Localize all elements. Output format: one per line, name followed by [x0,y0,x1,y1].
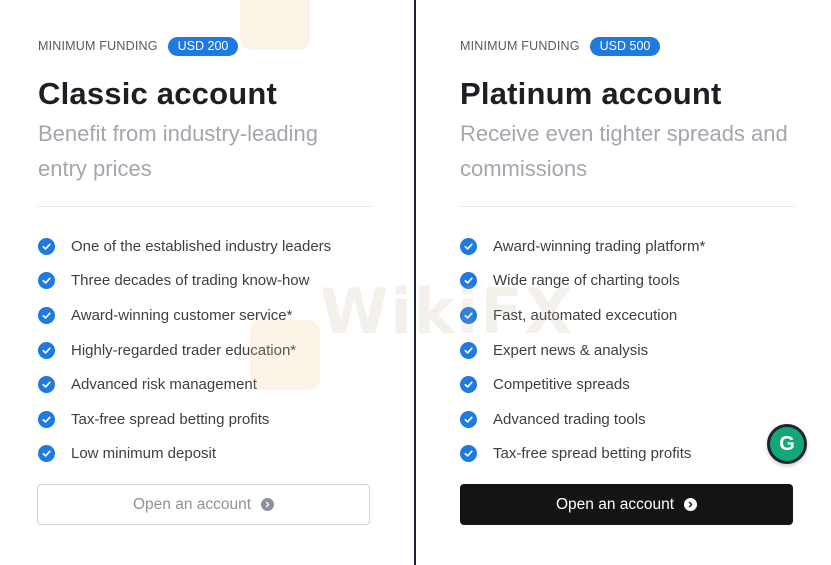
feature-item: Wide range of charting tools [460,264,793,299]
open-account-button[interactable]: Open an account [460,484,793,525]
feature-text: One of the established industry leaders [71,237,332,255]
watermark-logo [240,0,310,50]
feature-text: Wide range of charting tools [493,272,680,290]
feature-text: Advanced risk management [71,376,257,394]
funding-row: MINIMUM FUNDING USD 200 [38,36,371,56]
grammarly-icon[interactable]: G [767,424,807,464]
feature-item: Three decades of trading know-how [38,264,371,299]
button-label: Open an account [555,495,675,513]
open-account-button[interactable]: Open an account [37,484,370,525]
feature-text: Competitive spreads [493,376,630,394]
chevron-right-icon [261,498,275,511]
account-subtitle: Receive even tighter spreads and commiss… [460,121,788,181]
widget-letter: G [779,432,795,455]
platinum-account-card: MINIMUM FUNDING USD 500 Platinum account… [416,0,831,565]
feature-item: Advanced trading tools [460,402,793,437]
check-icon [38,376,55,394]
check-icon [460,341,477,359]
button-label: Open an account [132,495,252,513]
check-icon [38,341,55,359]
feature-list: One of the established industry leaders … [38,229,371,471]
feature-item: Highly-regarded trader education* [38,333,371,368]
feature-item: Tax-free spread betting profits [460,437,793,472]
check-icon [460,272,477,290]
account-comparison: MINIMUM FUNDING USD 200 Classic account … [0,0,831,565]
funding-row: MINIMUM FUNDING USD 500 [460,36,793,56]
divider [460,206,794,207]
classic-account-card: MINIMUM FUNDING USD 200 Classic account … [0,0,415,565]
check-icon [38,410,55,428]
feature-item: Advanced risk management [38,367,371,402]
account-subtitle: Benefit from industry-leading entry pric… [38,121,319,181]
feature-text: Tax-free spread betting profits [493,445,692,463]
chevron-right-icon [684,498,698,511]
check-icon [460,237,477,255]
check-icon [38,272,55,290]
check-icon [460,376,477,394]
account-title: Classic account [38,76,278,111]
account-title: Platinum account [460,76,722,111]
check-icon [38,306,55,324]
feature-text: Advanced trading tools [493,410,646,428]
feature-text: Tax-free spread betting profits [71,410,270,428]
funding-label: MINIMUM FUNDING [38,39,158,53]
feature-item: Award-winning trading platform* [460,229,793,264]
feature-item: Low minimum deposit [38,437,371,472]
feature-list: Award-winning trading platform* Wide ran… [460,229,793,471]
feature-text: Expert news & analysis [493,341,649,359]
feature-item: Competitive spreads [460,367,793,402]
feature-item: Expert news & analysis [460,333,793,368]
check-icon [460,410,477,428]
feature-item: Tax-free spread betting profits [38,402,371,437]
check-icon [460,445,477,463]
funding-amount-badge: USD 200 [167,36,239,56]
funding-label: MINIMUM FUNDING [460,39,580,53]
feature-text: Low minimum deposit [71,445,217,463]
feature-text: Three decades of trading know-how [71,272,310,290]
feature-item: One of the established industry leaders [38,229,371,264]
check-icon [460,306,477,324]
divider [38,206,372,207]
watermark-logo [250,320,320,390]
feature-item: Award-winning customer service* [38,298,371,333]
feature-text: Fast, automated excecution [493,306,678,324]
check-icon [38,445,55,463]
funding-amount-badge: USD 500 [589,36,661,56]
feature-item: Fast, automated excecution [460,298,793,333]
feature-text: Award-winning trading platform* [493,237,706,255]
check-icon [38,237,55,255]
